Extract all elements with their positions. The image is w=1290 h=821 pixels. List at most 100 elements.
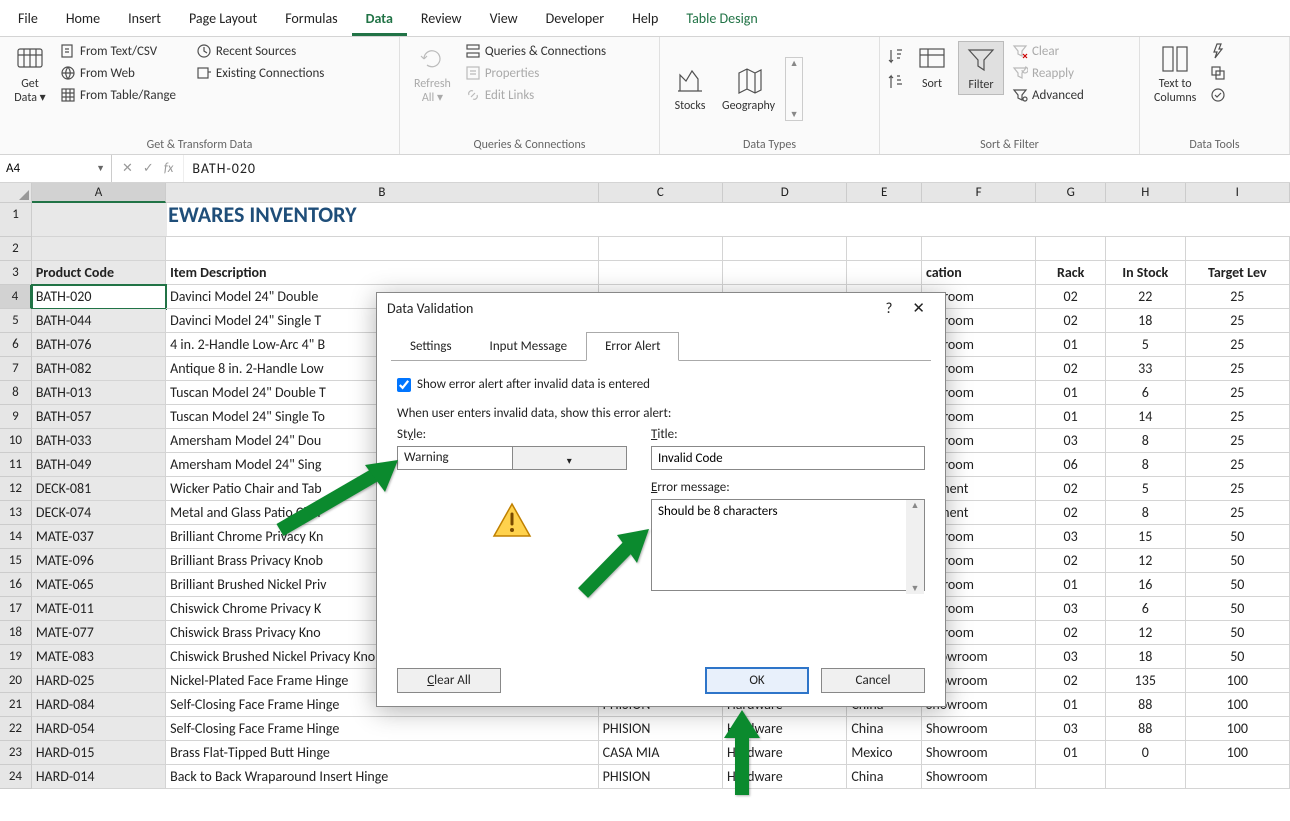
- cell[interactable]: 03: [1036, 525, 1106, 549]
- cancel-formula-icon[interactable]: ✕: [122, 161, 133, 176]
- cell[interactable]: 33: [1106, 357, 1186, 381]
- data-validation-button[interactable]: [1206, 85, 1230, 105]
- cell[interactable]: MATE-065: [32, 573, 166, 597]
- cell[interactable]: 03: [1036, 717, 1106, 741]
- filter-button[interactable]: Filter: [958, 41, 1004, 95]
- row-header[interactable]: 8: [0, 381, 32, 405]
- cell[interactable]: MATE-037: [32, 525, 166, 549]
- cell[interactable]: 8: [1106, 429, 1186, 453]
- cell[interactable]: [32, 203, 167, 237]
- tab-home[interactable]: Home: [52, 6, 114, 36]
- cell[interactable]: BATH-082: [32, 357, 166, 381]
- edit-links-button[interactable]: Edit Links: [461, 85, 610, 105]
- row-header[interactable]: 22: [0, 717, 32, 741]
- cell[interactable]: Hardware: [723, 741, 847, 765]
- cell[interactable]: Self-Closing Face Frame Hinge: [166, 717, 599, 741]
- row-header[interactable]: 7: [0, 357, 32, 381]
- cell[interactable]: 25: [1186, 405, 1290, 429]
- cell[interactable]: DECK-081: [32, 477, 166, 501]
- tab-input-message[interactable]: Input Message: [471, 332, 587, 361]
- cell[interactable]: 02: [1036, 477, 1106, 501]
- cell[interactable]: 15: [1106, 525, 1186, 549]
- select-all[interactable]: [0, 183, 32, 203]
- cell[interactable]: [1036, 237, 1106, 261]
- cell[interactable]: 100: [1186, 693, 1290, 717]
- cell[interactable]: 100: [1186, 669, 1290, 693]
- tab-settings[interactable]: Settings: [391, 332, 471, 361]
- row-header[interactable]: 10: [0, 429, 32, 453]
- cell[interactable]: 25: [1186, 285, 1290, 309]
- cell[interactable]: 03: [1036, 429, 1106, 453]
- cell[interactable]: [847, 237, 922, 261]
- row-header[interactable]: 18: [0, 621, 32, 645]
- col-header-f[interactable]: F: [922, 183, 1036, 203]
- cell[interactable]: 50: [1186, 597, 1290, 621]
- cell[interactable]: [723, 237, 847, 261]
- cell[interactable]: 02: [1036, 285, 1106, 309]
- cell[interactable]: 01: [1036, 405, 1106, 429]
- cell[interactable]: Showroom: [922, 765, 1036, 789]
- cell[interactable]: [599, 261, 723, 285]
- sort-button[interactable]: Sort: [910, 41, 954, 93]
- row-header[interactable]: 6: [0, 333, 32, 357]
- cell[interactable]: 50: [1186, 525, 1290, 549]
- tab-tabledesign[interactable]: Table Design: [672, 6, 771, 36]
- scroll-up-icon[interactable]: ▲: [911, 500, 920, 511]
- cell[interactable]: Hardware: [723, 765, 847, 789]
- cell[interactable]: MATE-083: [32, 645, 166, 669]
- row-header[interactable]: 14: [0, 525, 32, 549]
- cell[interactable]: HARD-084: [32, 693, 166, 717]
- row-header[interactable]: 21: [0, 693, 32, 717]
- clear-all-button[interactable]: Clear All: [397, 668, 501, 693]
- cell[interactable]: 01: [1036, 573, 1106, 597]
- col-header-a[interactable]: A: [32, 183, 166, 203]
- error-message-input[interactable]: [651, 499, 925, 591]
- advanced-filter-button[interactable]: Advanced: [1008, 85, 1088, 105]
- get-data-button[interactable]: GetData ▾: [8, 41, 52, 107]
- cell[interactable]: 50: [1186, 549, 1290, 573]
- row-header[interactable]: 2: [0, 237, 32, 261]
- cell[interactable]: 25: [1186, 381, 1290, 405]
- cell[interactable]: 12: [1106, 621, 1186, 645]
- properties-button[interactable]: Properties: [461, 63, 610, 83]
- cell[interactable]: [1186, 237, 1290, 261]
- cell[interactable]: 0: [1106, 741, 1186, 765]
- cell[interactable]: [166, 237, 599, 261]
- cell[interactable]: 18: [1106, 309, 1186, 333]
- tab-insert[interactable]: Insert: [114, 6, 175, 36]
- from-text-csv-button[interactable]: From Text/CSV: [56, 41, 180, 61]
- cell[interactable]: 03: [1036, 645, 1106, 669]
- row-header[interactable]: 19: [0, 645, 32, 669]
- row-header[interactable]: 17: [0, 597, 32, 621]
- tab-file[interactable]: File: [4, 6, 52, 36]
- cell[interactable]: [1106, 765, 1186, 789]
- cell[interactable]: 8: [1106, 453, 1186, 477]
- formula-input[interactable]: BATH-020: [184, 160, 1290, 177]
- cell[interactable]: Hardware: [723, 717, 847, 741]
- row-header[interactable]: 20: [0, 669, 32, 693]
- row-header[interactable]: 3: [0, 261, 32, 285]
- close-icon[interactable]: ✕: [902, 299, 935, 318]
- cell[interactable]: 03: [1036, 597, 1106, 621]
- cell[interactable]: 25: [1186, 309, 1290, 333]
- stocks-button[interactable]: Stocks: [668, 63, 712, 115]
- cell[interactable]: 88: [1106, 717, 1186, 741]
- cell[interactable]: PHISION: [599, 765, 723, 789]
- col-header-e[interactable]: E: [847, 183, 922, 203]
- row-header[interactable]: 13: [0, 501, 32, 525]
- tab-formulas[interactable]: Formulas: [271, 6, 351, 36]
- cell[interactable]: cation: [922, 261, 1036, 285]
- cell[interactable]: [32, 237, 166, 261]
- from-web-button[interactable]: From Web: [56, 63, 180, 83]
- cell[interactable]: [922, 237, 1036, 261]
- cell[interactable]: HARD-025: [32, 669, 166, 693]
- cell[interactable]: 02: [1036, 501, 1106, 525]
- cell[interactable]: 25: [1186, 357, 1290, 381]
- text-to-columns-button[interactable]: Text toColumns: [1148, 41, 1202, 107]
- cell[interactable]: Brass Flat-Tipped Butt Hinge: [166, 741, 599, 765]
- cell[interactable]: [723, 261, 847, 285]
- fx-icon[interactable]: fx: [164, 161, 174, 176]
- col-header-c[interactable]: C: [599, 183, 723, 203]
- cell[interactable]: 01: [1036, 333, 1106, 357]
- sort-az-icon[interactable]: [888, 47, 906, 65]
